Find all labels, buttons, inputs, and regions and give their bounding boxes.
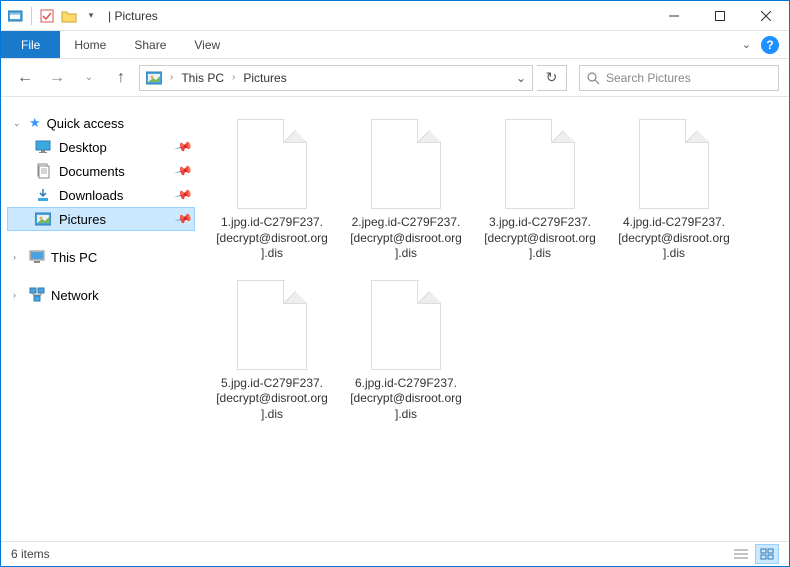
file-name: 2.jpeg.id-C279F237.[decrypt@disroot.org]… [349, 215, 463, 262]
chevron-right-icon[interactable]: › [170, 72, 173, 83]
share-tab[interactable]: Share [120, 31, 180, 58]
downloads-icon [35, 187, 51, 203]
file-icon [639, 119, 709, 209]
help-icon[interactable]: ? [761, 36, 779, 54]
pin-icon: 📌 [174, 185, 194, 205]
search-input[interactable]: Search Pictures [579, 65, 779, 91]
back-button[interactable]: ← [11, 64, 39, 92]
star-icon: ★ [29, 115, 41, 131]
file-item[interactable]: 1.jpg.id-C279F237.[decrypt@disroot.org].… [211, 115, 333, 266]
ribbon-tabs: File Home Share View ⌄ ? [1, 31, 789, 59]
quick-access-header[interactable]: ⌄ ★ Quick access [7, 111, 195, 135]
file-tab[interactable]: File [1, 31, 60, 58]
statusbar: 6 items [1, 541, 789, 565]
file-item[interactable]: 6.jpg.id-C279F237.[decrypt@disroot.org].… [345, 276, 467, 427]
file-item[interactable]: 2.jpeg.id-C279F237.[decrypt@disroot.org]… [345, 115, 467, 266]
file-icon [237, 119, 307, 209]
address-dropdown-icon[interactable]: ⌄ [516, 71, 526, 85]
qat-dropdown-icon[interactable]: ▾ [82, 7, 100, 25]
file-name: 1.jpg.id-C279F237.[decrypt@disroot.org].… [215, 215, 329, 262]
window-controls [651, 1, 789, 31]
file-list[interactable]: 1.jpg.id-C279F237.[decrypt@disroot.org].… [201, 97, 789, 541]
desktop-icon [35, 139, 51, 155]
file-name: 3.jpg.id-C279F237.[decrypt@disroot.org].… [483, 215, 597, 262]
search-placeholder: Search Pictures [606, 71, 691, 85]
quick-access-toolbar: ▾ [1, 7, 100, 25]
recent-dropdown-icon[interactable]: ⌄ [75, 64, 103, 92]
sidebar-item-label: Network [51, 288, 99, 303]
search-icon [586, 71, 600, 85]
quick-access-label: Quick access [47, 116, 124, 131]
pictures-icon [146, 71, 162, 85]
minimize-button[interactable] [651, 1, 697, 31]
forward-button[interactable]: → [43, 64, 71, 92]
navigation-pane: ⌄ ★ Quick access Desktop 📌 Documents 📌 D… [1, 97, 201, 541]
details-view-button[interactable] [729, 544, 753, 564]
chevron-right-icon: › [13, 252, 23, 262]
view-switcher [729, 544, 779, 564]
file-item[interactable]: 5.jpg.id-C279F237.[decrypt@disroot.org].… [211, 276, 333, 427]
item-count: 6 items [11, 547, 50, 561]
sidebar-item-label: Documents [59, 164, 125, 179]
file-icon [371, 280, 441, 370]
breadcrumb-this-pc[interactable]: This PC [181, 71, 224, 85]
close-button[interactable] [743, 1, 789, 31]
home-tab[interactable]: Home [60, 31, 120, 58]
sidebar-item-label: This PC [51, 250, 97, 265]
file-icon [505, 119, 575, 209]
network-header[interactable]: › Network [7, 283, 195, 307]
ribbon-expand-icon[interactable]: ⌄ [742, 38, 751, 51]
chevron-right-icon: › [13, 290, 23, 300]
view-tab[interactable]: View [180, 31, 234, 58]
sidebar-item-label: Pictures [59, 212, 106, 227]
file-name: 4.jpg.id-C279F237.[decrypt@disroot.org].… [617, 215, 731, 262]
sidebar-item-documents[interactable]: Documents 📌 [7, 159, 195, 183]
file-name: 5.jpg.id-C279F237.[decrypt@disroot.org].… [215, 376, 329, 423]
sidebar-item-label: Desktop [59, 140, 107, 155]
file-item[interactable]: 4.jpg.id-C279F237.[decrypt@disroot.org].… [613, 115, 735, 266]
file-item[interactable]: 3.jpg.id-C279F237.[decrypt@disroot.org].… [479, 115, 601, 266]
breadcrumb[interactable]: › This PC › Pictures ⌄ [139, 65, 533, 91]
chevron-right-icon[interactable]: › [232, 72, 235, 83]
sidebar-item-downloads[interactable]: Downloads 📌 [7, 183, 195, 207]
file-icon [237, 280, 307, 370]
pictures-folder-icon [35, 211, 51, 227]
documents-icon [35, 163, 51, 179]
breadcrumb-pictures[interactable]: Pictures [243, 71, 286, 85]
qat-divider [31, 7, 32, 25]
ribbon-right: ⌄ ? [742, 31, 789, 58]
sidebar-item-pictures[interactable]: Pictures 📌 [7, 207, 195, 231]
up-button[interactable]: ↑ [107, 64, 135, 92]
new-folder-icon[interactable] [60, 7, 78, 25]
maximize-button[interactable] [697, 1, 743, 31]
properties-icon[interactable] [38, 7, 56, 25]
content-area: ⌄ ★ Quick access Desktop 📌 Documents 📌 D… [1, 97, 789, 541]
pin-icon: 📌 [174, 161, 194, 181]
file-icon [371, 119, 441, 209]
window-title: | Pictures [108, 9, 158, 23]
thumbnails-view-button[interactable] [755, 544, 779, 564]
explorer-icon [7, 7, 25, 25]
titlebar: ▾ | Pictures [1, 1, 789, 31]
address-bar: ← → ⌄ ↑ › This PC › Pictures ⌄ ↻ Search … [1, 59, 789, 97]
sidebar-item-label: Downloads [59, 188, 123, 203]
network-icon [29, 287, 45, 303]
pin-icon: 📌 [174, 137, 194, 157]
this-pc-header[interactable]: › This PC [7, 245, 195, 269]
refresh-button[interactable]: ↻ [537, 65, 567, 91]
file-name: 6.jpg.id-C279F237.[decrypt@disroot.org].… [349, 376, 463, 423]
pin-icon: 📌 [174, 209, 194, 229]
sidebar-item-desktop[interactable]: Desktop 📌 [7, 135, 195, 159]
chevron-down-icon: ⌄ [13, 118, 23, 129]
this-pc-icon [29, 249, 45, 265]
